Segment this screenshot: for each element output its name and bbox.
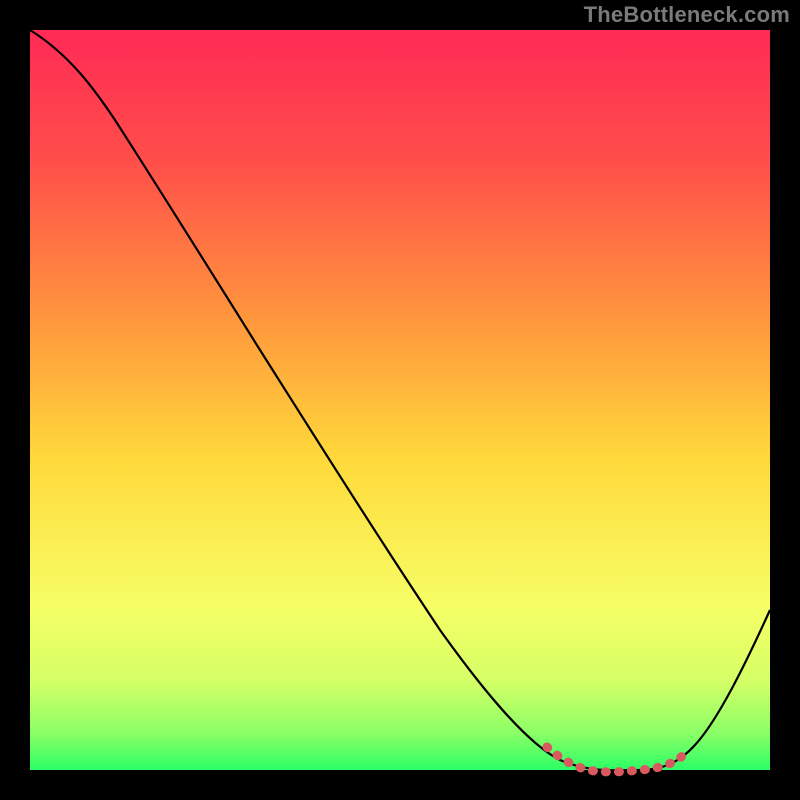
watermark-text: TheBottleneck.com xyxy=(584,2,790,28)
chart-svg xyxy=(0,0,800,800)
chart-stage: TheBottleneck.com xyxy=(0,0,800,800)
plot-background xyxy=(30,30,770,770)
